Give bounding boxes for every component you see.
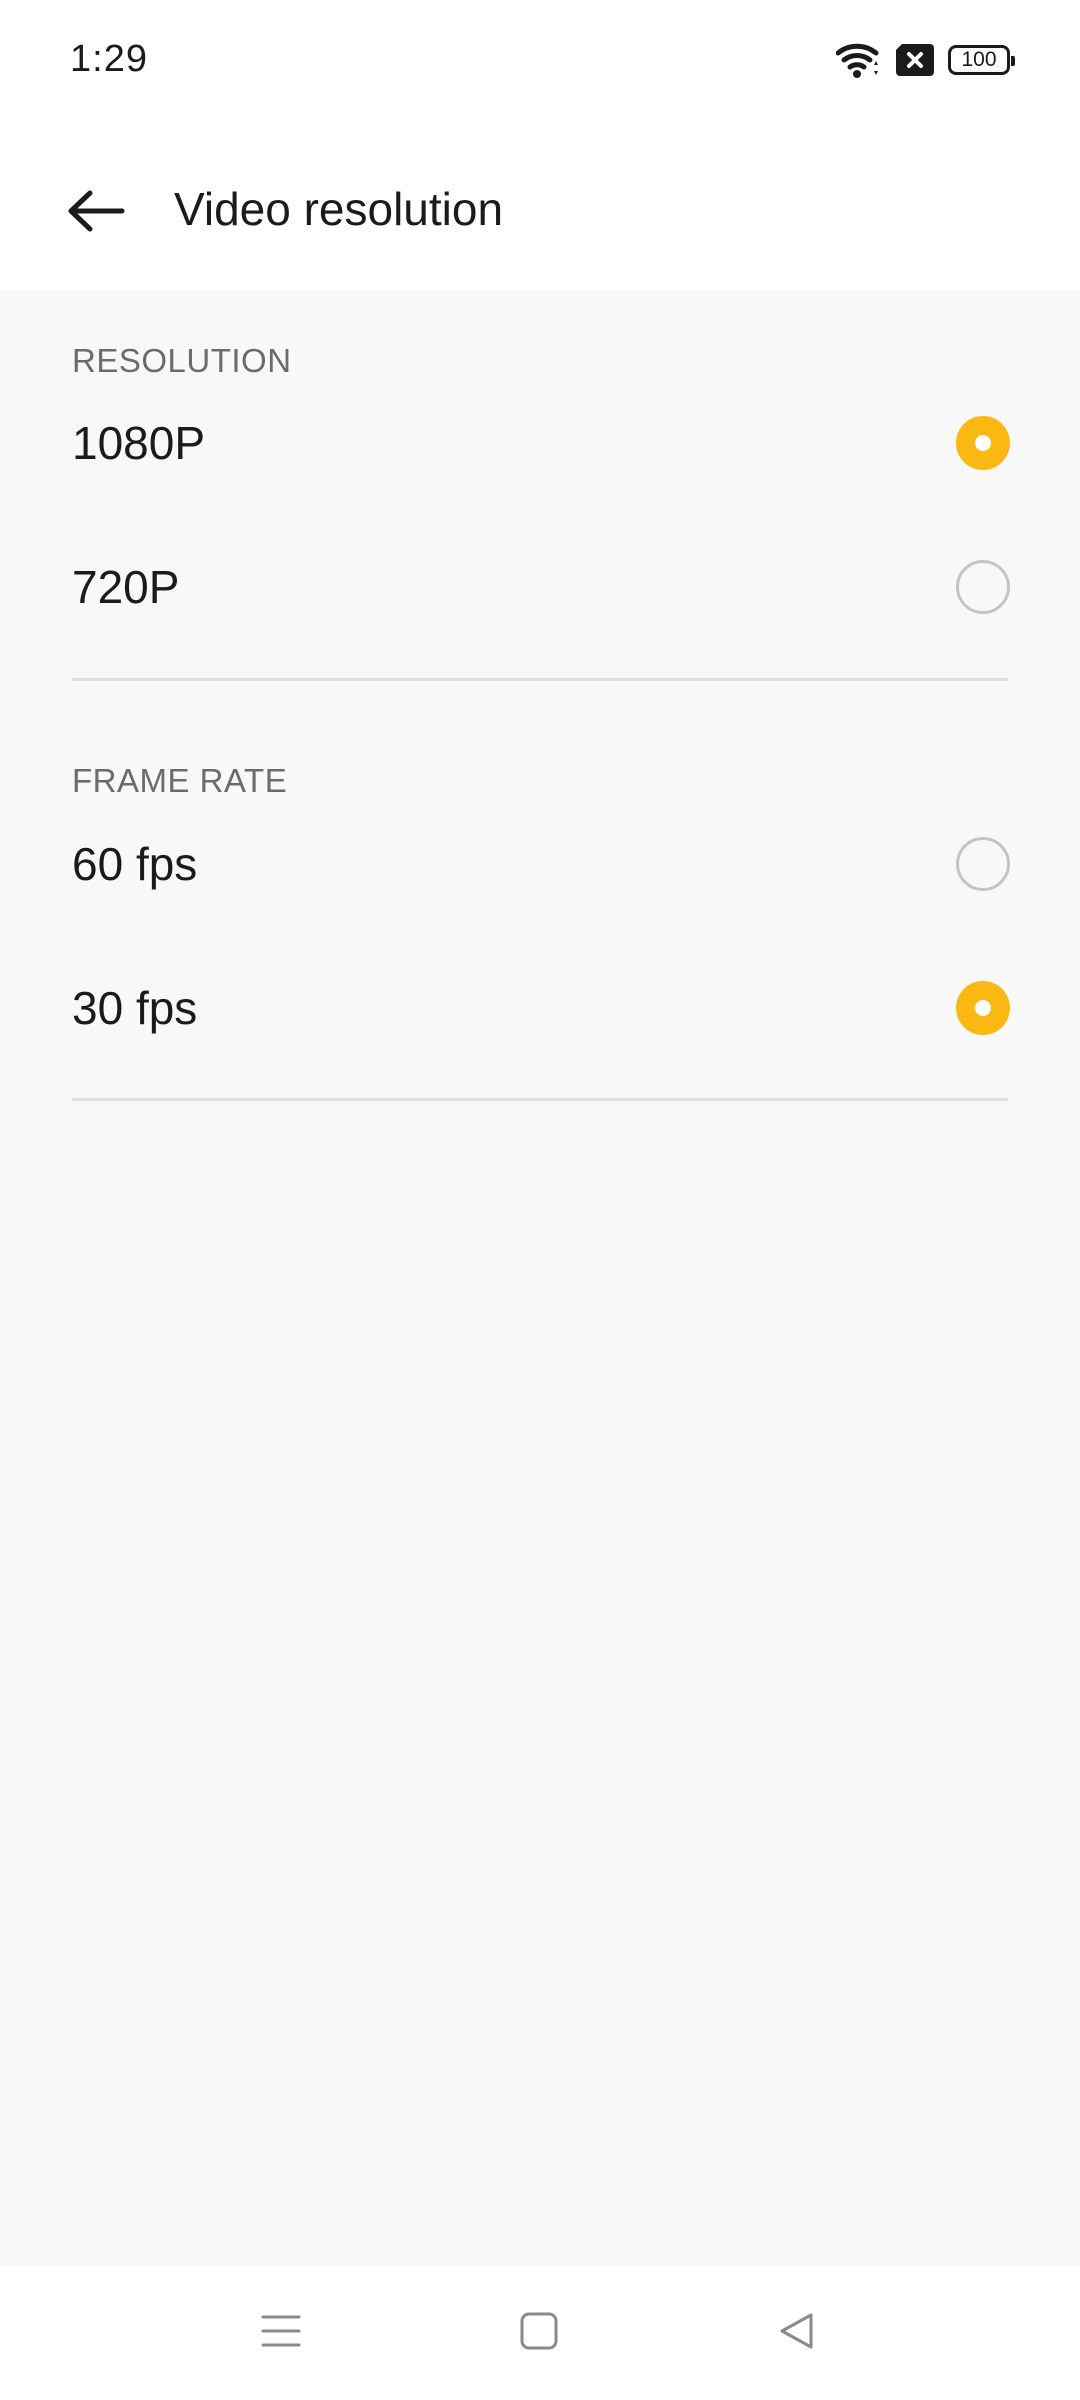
- navigation-bar: [0, 2266, 1080, 2400]
- home-button[interactable]: [504, 2298, 574, 2368]
- arrow-left-icon: [66, 189, 126, 238]
- radio-button-selected[interactable]: [956, 416, 1010, 470]
- menu-icon: [261, 2311, 301, 2356]
- back-button[interactable]: [56, 173, 136, 253]
- option-label: 720P: [72, 561, 180, 613]
- option-row-1080p[interactable]: 1080P: [0, 374, 1080, 514]
- status-icons: 100: [836, 40, 1015, 80]
- sim-error-icon: [896, 44, 934, 76]
- home-icon: [519, 2311, 559, 2356]
- option-label: 60 fps: [72, 838, 198, 890]
- status-bar: 1:29 100: [0, 0, 1080, 125]
- divider: [72, 1098, 1008, 1101]
- page-title: Video resolution: [174, 183, 504, 235]
- back-icon: [777, 2311, 817, 2356]
- battery-level: 100: [961, 48, 997, 71]
- screen: 1:29 100 Video resolution RESOLUTION 108…: [0, 0, 1080, 2400]
- option-label: 30 fps: [72, 982, 198, 1034]
- system-back-button[interactable]: [762, 2298, 832, 2368]
- radio-button-selected[interactable]: [956, 981, 1010, 1035]
- option-row-30fps[interactable]: 30 fps: [0, 939, 1080, 1079]
- radio-button[interactable]: [956, 837, 1010, 891]
- radio-button[interactable]: [956, 560, 1010, 614]
- option-row-60fps[interactable]: 60 fps: [0, 795, 1080, 935]
- status-time: 1:29: [70, 38, 148, 80]
- app-header: Video resolution: [0, 125, 1080, 290]
- option-label: 1080P: [72, 417, 206, 469]
- wifi-icon: [836, 41, 882, 79]
- battery-icon: 100: [948, 45, 1015, 75]
- recent-apps-button[interactable]: [246, 2298, 316, 2368]
- divider: [72, 678, 1008, 681]
- option-row-720p[interactable]: 720P: [0, 518, 1080, 658]
